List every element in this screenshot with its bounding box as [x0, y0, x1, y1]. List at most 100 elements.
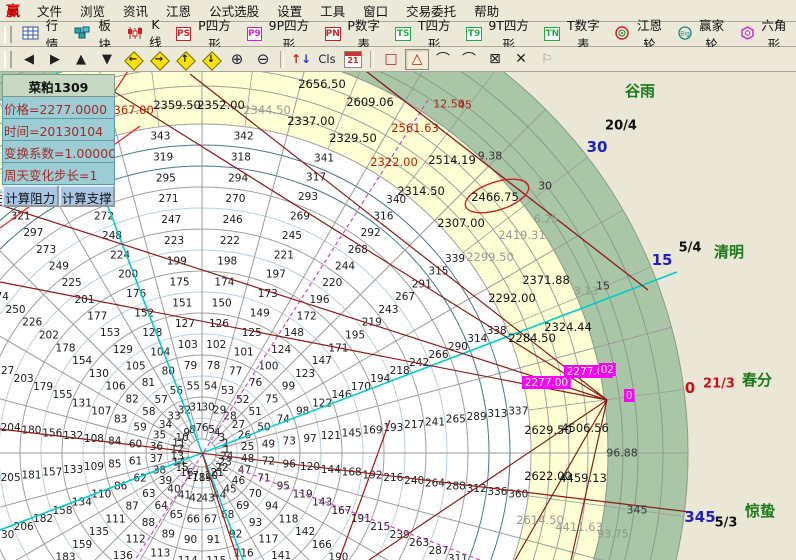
- arc-ccw-tool-button[interactable]: ⌒: [457, 49, 481, 70]
- zoom-in-button[interactable]: ⊕: [225, 49, 249, 70]
- t-table-button[interactable]: TNT数字表: [539, 24, 608, 44]
- ring-number: 70: [248, 488, 261, 500]
- nav-right-button[interactable]: ▶: [43, 49, 67, 70]
- ring-number: 197: [266, 269, 286, 281]
- wheel-label: 清明: [714, 243, 744, 261]
- ring-number: 90: [184, 534, 197, 546]
- zoom-out-icon: ⊖: [257, 50, 270, 68]
- nav-left-button[interactable]: ◀: [17, 49, 41, 70]
- t-square-button[interactable]: TST四方形: [390, 24, 459, 44]
- wheel-label: 2299.50: [466, 250, 514, 264]
- updown-arrows-button[interactable]: ↑↓: [289, 49, 313, 70]
- ring-number: 57: [155, 394, 168, 406]
- ring-number: 85: [108, 458, 121, 470]
- ring-number: 183: [56, 552, 76, 560]
- shift-left-button[interactable]: ←: [121, 49, 145, 70]
- gann-wheel-button[interactable]: 江恩轮: [610, 24, 670, 44]
- ring-number: 55: [187, 381, 200, 393]
- ring-number: 65: [170, 509, 183, 521]
- ring-number: 264: [425, 478, 445, 490]
- nav-right-icon: ▶: [50, 52, 60, 67]
- ring-number: 49: [262, 438, 275, 450]
- wheel-label: 2344.50: [243, 103, 291, 117]
- 9p-square-button[interactable]: P99P四方形: [242, 24, 318, 44]
- center-x-tool-icon: ✕: [515, 51, 527, 67]
- wheel-label: 15: [652, 251, 673, 269]
- wheel-label: 20/4: [605, 119, 637, 134]
- shift-down-button[interactable]: ↓: [199, 49, 223, 70]
- ring-number: 117: [258, 533, 278, 545]
- wheel-label: 2352.00: [197, 98, 245, 112]
- info-panel: 菜粕1309 价格=2277.0000时间=20130104变换系数=1.000…: [2, 74, 115, 207]
- blocks-icon: [74, 26, 94, 43]
- price-marker-text: 0: [626, 390, 633, 402]
- ring-number: 205: [1, 472, 21, 484]
- ring-number: 115: [206, 555, 226, 560]
- arc-cw-tool-button[interactable]: ⌒: [431, 49, 455, 70]
- calc-support-button[interactable]: 计算支撑: [59, 185, 116, 207]
- ring-number: 198: [217, 256, 237, 268]
- shift-right-button[interactable]: →: [147, 49, 171, 70]
- wheel-label: 春分: [742, 371, 772, 389]
- cls-button[interactable]: Cls: [315, 49, 339, 70]
- quotes-button[interactable]: 行情: [17, 24, 68, 44]
- 9t-square-button[interactable]: T99T四方形: [461, 24, 537, 44]
- sectors-button[interactable]: 板块: [69, 24, 120, 44]
- ring-number: 217: [404, 419, 424, 431]
- wheel-label: 2614.50: [516, 513, 564, 527]
- candles-icon: [127, 26, 147, 43]
- ring-number: 227: [0, 365, 14, 377]
- wheel-label: 2609.06: [346, 95, 394, 109]
- ring-number: 88: [142, 517, 155, 529]
- ring-number: 94: [265, 501, 279, 513]
- ring-number: 173: [258, 288, 278, 300]
- ring-number: 244: [335, 261, 355, 273]
- nav-up-button[interactable]: ▲: [69, 49, 93, 70]
- ring-number: 35: [153, 429, 166, 441]
- calc-resistance-button[interactable]: 计算阻力: [2, 185, 59, 207]
- ring-number: 249: [49, 261, 69, 273]
- hexagon-icon: [740, 26, 758, 43]
- triangle-tool-icon: △: [412, 51, 423, 67]
- hexagon-button[interactable]: 六角形: [735, 24, 795, 44]
- p-table-button[interactable]: PNP数字表: [320, 24, 389, 44]
- boxed-x-tool-icon: ⊠: [489, 51, 501, 67]
- kline-button[interactable]: K线: [122, 24, 169, 44]
- winner-wheel-button[interactable]: Big赢家轮: [673, 24, 733, 44]
- zoom-out-button[interactable]: ⊖: [251, 49, 275, 70]
- wheel-label: 21/3: [703, 377, 735, 392]
- ring-number: 193: [383, 422, 403, 434]
- triangle-tool-button[interactable]: △: [405, 49, 429, 70]
- ring-number: 123: [295, 368, 315, 380]
- ring-number: 30: [201, 401, 214, 413]
- shift-up-button[interactable]: ↑: [173, 49, 197, 70]
- boxed-x-tool-button[interactable]: ⊠: [483, 49, 507, 70]
- calendar-button[interactable]: 21: [341, 49, 365, 70]
- bigwheel-icon: Big: [678, 26, 696, 43]
- ring-number: 178: [56, 342, 76, 354]
- ring-number: 245: [282, 230, 302, 242]
- ring-number: 71: [257, 473, 270, 485]
- wheel-label: 2337.00: [287, 114, 335, 128]
- ring-number: 206: [14, 521, 34, 533]
- param-field-1: 时间=20130104: [2, 119, 115, 141]
- nav-down-button[interactable]: ▼: [95, 49, 119, 70]
- ring-number: 155: [52, 389, 72, 401]
- wheel-label: 2622.00: [524, 469, 572, 483]
- ring-number: 114: [178, 555, 198, 560]
- flag-tool-button[interactable]: ⚐: [535, 49, 559, 70]
- ring-number: 319: [153, 152, 173, 164]
- gann-wheel-canvas[interactable]: 1234567891011121314151617181920212223242…: [0, 0, 796, 560]
- ring-number: 221: [274, 249, 294, 261]
- p-square-button[interactable]: PSP四方形: [171, 24, 240, 44]
- ring-number: 156: [42, 427, 62, 439]
- toolbar-separator: [280, 51, 284, 68]
- wheel-label: 2466.75: [471, 190, 519, 204]
- center-x-tool-button[interactable]: ✕: [509, 49, 533, 70]
- ring-number: 29: [213, 405, 226, 417]
- ring-number: 289: [467, 411, 487, 423]
- ring-number: 63: [142, 488, 155, 500]
- ring-number: 180: [21, 425, 41, 437]
- ring-number: 82: [125, 393, 138, 405]
- square-tool-button[interactable]: □: [379, 49, 403, 70]
